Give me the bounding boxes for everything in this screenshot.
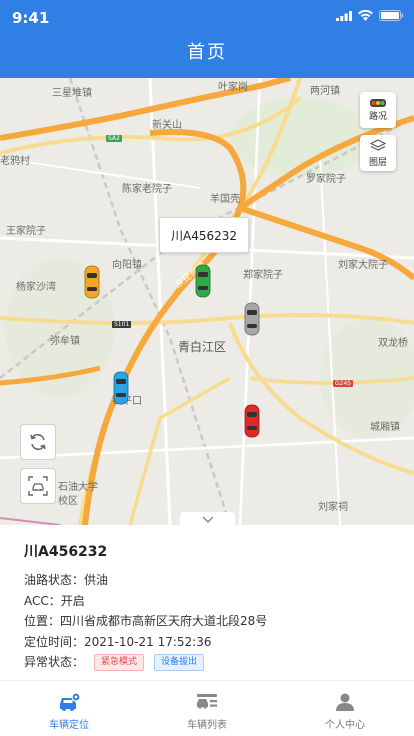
locate-time-row: 定位时间： 2021-10-21 17:52:36 xyxy=(24,632,390,653)
location-value: 四川省成都市高新区天府大道北段28号 xyxy=(60,614,268,629)
emergency-mode-tag: 紧急模式 xyxy=(94,653,145,671)
top-header: 9:41 首页 xyxy=(0,0,414,78)
chevron-down-icon xyxy=(202,516,213,523)
vehicle-list-icon xyxy=(197,694,217,709)
map-base-layer xyxy=(0,78,414,525)
road-badge: S101 xyxy=(112,321,132,328)
location-label: 位置： xyxy=(24,614,61,629)
place-label: 青白江区 xyxy=(178,340,227,354)
traffic-button-label: 路况 xyxy=(368,111,387,122)
layers-button[interactable]: 图层 xyxy=(360,135,396,171)
oil-status-value: 供油 xyxy=(84,573,109,588)
focus-car-icon xyxy=(28,476,48,496)
abnormal-status-label: 异常状态： xyxy=(24,655,85,670)
oil-status-row: 油路状态： 供油 xyxy=(24,570,390,591)
device-unplugged-tag: 设备拔出 xyxy=(154,653,205,671)
locate-time-label: 定位时间： xyxy=(24,634,85,649)
car-green-icon[interactable] xyxy=(195,264,211,298)
app-screen: 9:41 首页 三星堆镇 叶家岗 新关山 老鸦村 陈家老院子 羊国壳 罗家院子 … xyxy=(0,0,414,736)
traffic-button[interactable]: 路况 xyxy=(360,92,396,128)
oil-status-label: 油路状态： xyxy=(24,573,85,588)
place-label: 老鸦村 xyxy=(0,156,30,167)
road-badge: SA2 xyxy=(106,135,122,142)
layers-icon xyxy=(370,138,386,151)
place-label: 新关山 xyxy=(152,120,182,131)
location-row: 位置： 四川省成都市高新区天府大道北段28号 xyxy=(24,611,390,632)
bottom-tab-bar: 车辆定位 车辆列表 个人中心 xyxy=(0,680,414,736)
battery-icon xyxy=(379,10,404,21)
page-title: 首页 xyxy=(187,42,227,63)
signal-icon xyxy=(336,10,352,21)
place-label: 叶家岗 xyxy=(218,82,248,93)
place-label: 弥牟镇 xyxy=(50,336,80,347)
car-gray-icon[interactable] xyxy=(244,302,260,336)
locate-vehicle-button[interactable] xyxy=(20,468,56,504)
tab-vehicle-list[interactable]: 车辆列表 xyxy=(138,681,276,736)
traffic-light-icon xyxy=(370,98,386,107)
car-blue-icon[interactable] xyxy=(113,371,129,405)
status-time: 9:41 xyxy=(12,9,50,27)
map-view[interactable]: 三星堆镇 叶家岗 新关山 老鸦村 陈家老院子 羊国壳 罗家院子 王家院子 向阳镇… xyxy=(0,78,414,525)
place-label: 双龙桥 xyxy=(378,338,408,349)
tab-label: 车辆列表 xyxy=(187,720,227,731)
acc-row: ACC： 开启 xyxy=(24,591,390,612)
acc-label: ACC： xyxy=(24,593,61,608)
place-label: 城厢镇 xyxy=(370,422,400,433)
car-red-icon[interactable] xyxy=(244,404,260,438)
road-badge: G245 xyxy=(333,380,354,387)
tab-label: 车辆定位 xyxy=(49,720,89,731)
place-label: 两河镇 xyxy=(310,86,340,97)
place-label: 刘家大院子 xyxy=(338,260,388,271)
place-label: 校区 xyxy=(58,496,78,507)
status-icons xyxy=(336,10,404,21)
place-label: 石油大学 xyxy=(58,482,98,493)
collapse-handle[interactable] xyxy=(180,512,235,525)
vehicle-plate: 川A456232 xyxy=(24,544,108,560)
place-label: 杨家沙湾 xyxy=(16,282,56,293)
tab-label: 个人中心 xyxy=(325,720,365,731)
place-label: 罗家院子 xyxy=(306,174,346,185)
person-icon xyxy=(336,693,354,711)
car-orange-icon[interactable] xyxy=(84,265,100,299)
locate-time-value: 2021-10-21 17:52:36 xyxy=(84,634,212,649)
layers-button-label: 图层 xyxy=(368,157,387,168)
refresh-button[interactable] xyxy=(20,424,56,460)
place-label: 三星堆镇 xyxy=(52,88,92,99)
place-label: 陈家老院子 xyxy=(122,184,172,195)
refresh-icon xyxy=(30,434,46,450)
vehicle-info-panel: 川A456232 油路状态： 供油 ACC： 开启 位置： 四川省成都市高新区天… xyxy=(0,525,414,680)
tab-personal-center[interactable]: 个人中心 xyxy=(276,681,414,736)
car-location-icon xyxy=(60,692,81,711)
wifi-icon xyxy=(358,10,373,21)
vehicle-popup[interactable]: 川A456232 xyxy=(159,217,249,253)
acc-value: 开启 xyxy=(60,593,85,608)
place-label: 郑家院子 xyxy=(243,270,283,281)
abnormal-status-row: 异常状态： 紧急模式 设备拔出 xyxy=(24,652,390,673)
place-label: 羊国壳 xyxy=(210,194,240,205)
tab-vehicle-location[interactable]: 车辆定位 xyxy=(0,681,138,736)
place-label: 向阳镇 xyxy=(112,260,142,271)
place-label: 王家院子 xyxy=(6,226,46,237)
place-label: 刘家祠 xyxy=(318,502,348,513)
